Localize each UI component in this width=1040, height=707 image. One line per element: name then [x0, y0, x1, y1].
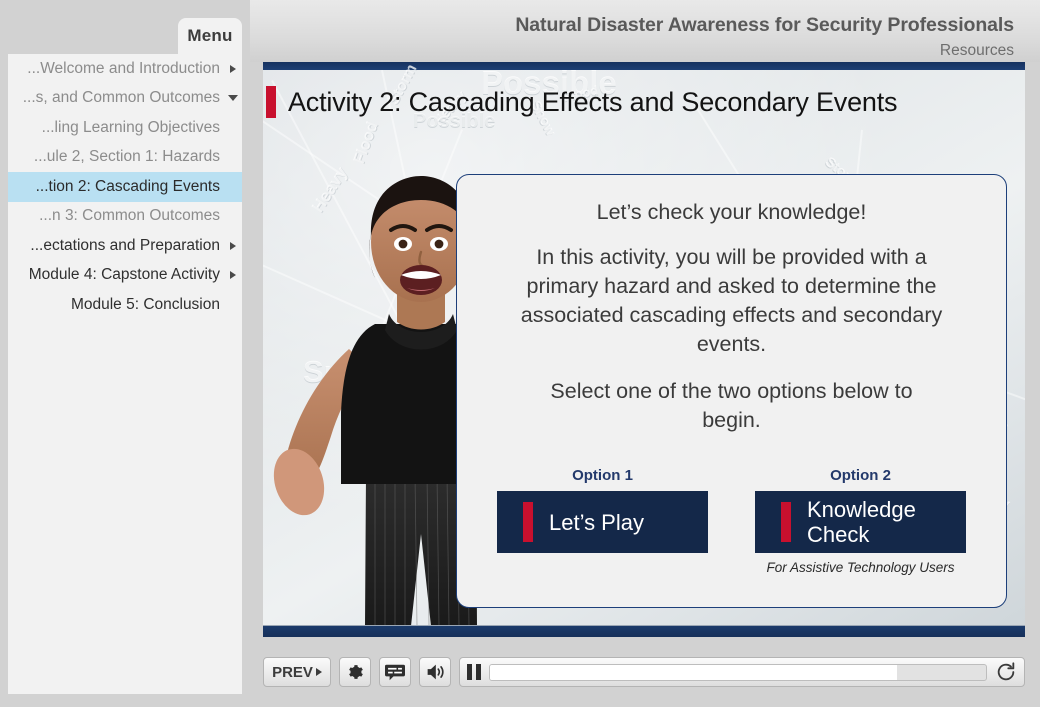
sidebar-item-module2-section1-hazards[interactable]: ...ule 2, Section 1: Hazards [8, 143, 242, 173]
progress-bar[interactable] [489, 663, 987, 681]
sidebar-item-label: Module 5: Conclusion [70, 295, 220, 313]
volume-icon [427, 664, 444, 680]
card-body-text: In this activity, you will be provided w… [520, 245, 943, 356]
knowledge-check-card: Let’s check your knowledge! In this acti… [456, 174, 1007, 608]
option-2-column: Option 2 Knowledge Check For Assistive T… [755, 467, 966, 575]
button-accent-bar [523, 502, 533, 542]
lets-play-button-label: Let’s Play [549, 509, 644, 535]
card-select-prompt: Select one of the two options below to b… [550, 379, 913, 432]
sidebar-item-module5-conclusion[interactable]: Module 5: Conclusion [8, 290, 242, 320]
progress-bar-fill [490, 664, 897, 680]
sidebar-item-label: ...Welcome and Introduction [27, 59, 220, 77]
volume-button[interactable] [419, 657, 451, 687]
header: Natural Disaster Awareness for Security … [250, 0, 1040, 62]
menu-tab-label: Menu [187, 26, 233, 45]
chevron-right-icon [315, 668, 322, 676]
sidebar-item-label: Module 4: Capstone Activity [28, 266, 220, 284]
card-lead-text: Let’s check your knowledge! [596, 200, 867, 224]
sidebar-item-expectations-preparation[interactable]: ...ectations and Preparation [8, 231, 242, 261]
slide-stage: Possible Heavy Flood Snow Winds Storm He… [263, 62, 1025, 637]
menu-tab[interactable]: Menu [178, 18, 242, 54]
captions-button[interactable] [379, 657, 411, 687]
settings-button[interactable] [339, 657, 371, 687]
slide-title: Activity 2: Cascading Effects and Second… [288, 86, 898, 117]
sidebar-item-learning-objectives[interactable]: ...ling Learning Objectives [8, 113, 242, 143]
prev-button[interactable]: PREV [263, 657, 331, 687]
course-player: Menu ...Welcome and Introduction ...s, a… [0, 0, 1040, 707]
sidebar-item-welcome-introduction[interactable]: ...Welcome and Introduction [8, 54, 242, 84]
chevron-right-icon [230, 271, 236, 280]
sidebar-item-common-outcomes-group[interactable]: ...s, and Common Outcomes [8, 84, 242, 114]
options-row: Option 1 Let’s Play Option 2 Knowledge C… [457, 467, 1006, 575]
sidebar-item-label: ...n 3: Common Outcomes [39, 207, 220, 225]
option-1-label: Option 1 [572, 467, 633, 484]
title-accent-bar [266, 86, 276, 118]
sidebar-item-label: ...ling Learning Objectives [41, 118, 220, 136]
resources-link[interactable]: Resources [940, 42, 1014, 60]
replay-icon[interactable] [995, 661, 1017, 683]
menu-panel: ...Welcome and Introduction ...s, and Co… [8, 54, 242, 694]
chevron-right-icon [230, 241, 236, 250]
slide-bottom-accent-bar [263, 625, 1025, 637]
chevron-down-icon [228, 95, 238, 102]
sidebar-item-section3-common-outcomes[interactable]: ...n 3: Common Outcomes [8, 202, 242, 232]
sidebar-item-module4-capstone-activity[interactable]: Module 4: Capstone Activity [8, 261, 242, 291]
sidebar-item-label: ...tion 2: Cascading Events [35, 177, 220, 195]
gear-icon [349, 665, 363, 679]
pause-button[interactable] [467, 664, 481, 680]
option-2-label: Option 2 [830, 467, 891, 484]
course-title: Natural Disaster Awareness for Security … [515, 14, 1014, 36]
seek-bar-group [459, 657, 1025, 687]
sidebar-item-label: ...ule 2, Section 1: Hazards [33, 148, 220, 166]
button-accent-bar [781, 502, 791, 542]
sidebar: Menu ...Welcome and Introduction ...s, a… [0, 0, 250, 694]
slide-title-row: Activity 2: Cascading Effects and Second… [263, 76, 1025, 128]
player-controls: PREV [263, 650, 1025, 694]
sidebar-item-label: ...ectations and Preparation [30, 236, 220, 254]
knowledge-check-button-label: Knowledge Check [807, 497, 916, 547]
lets-play-button[interactable]: Let’s Play [497, 491, 708, 553]
prev-button-label: PREV [272, 663, 313, 681]
captions-icon [385, 664, 405, 680]
slide-top-accent-bar [263, 62, 1025, 70]
knowledge-check-button[interactable]: Knowledge Check [755, 491, 966, 553]
chevron-right-icon [230, 64, 236, 73]
sidebar-item-section2-cascading-events[interactable]: ...tion 2: Cascading Events [8, 172, 242, 202]
option-1-column: Option 1 Let’s Play [497, 467, 708, 575]
assistive-technology-note: For Assistive Technology Users [766, 560, 955, 575]
sidebar-item-label: ...s, and Common Outcomes [22, 89, 220, 107]
